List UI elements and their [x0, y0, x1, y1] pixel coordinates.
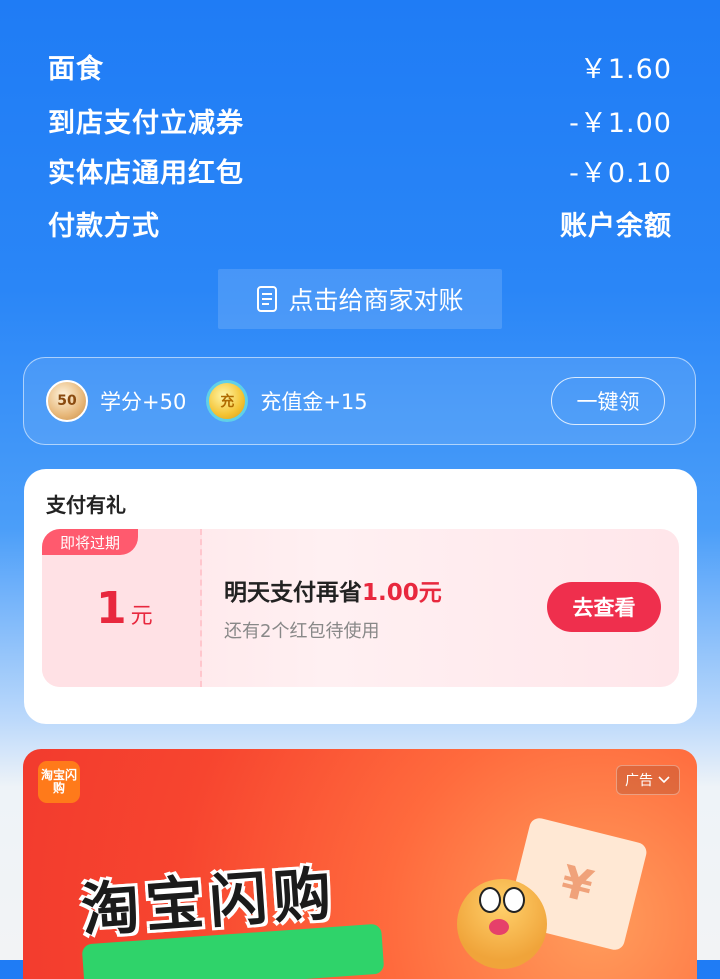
rewards-bar: 50 学分+50 充 充值金+15 一键领: [23, 357, 696, 445]
credit-reward-label: 学分+50: [100, 390, 187, 414]
payment-method-value: 账户余额: [560, 210, 672, 242]
coupon-subtext: 还有2个红包待使用: [224, 621, 380, 642]
coupon-headline-amount: 1.00元: [362, 580, 442, 606]
ad-badge-label: 广告: [625, 773, 653, 789]
chevron-down-icon: [658, 776, 670, 784]
ad-badge[interactable]: 广告: [616, 765, 680, 795]
recharge-reward-label: 充值金+15: [260, 390, 368, 414]
ad-headline: 淘宝闪购: [79, 859, 340, 945]
coupon-headline: 明天支付再省1.00元: [224, 573, 442, 607]
document-icon: [257, 286, 278, 312]
mascot-eye: [503, 887, 525, 913]
summary-row-red-packet: 实体店通用红包 -￥0.10: [48, 150, 672, 190]
taobao-flash-logo: 淘宝闪购: [38, 761, 80, 803]
red-packet-label: 实体店通用红包: [48, 157, 244, 189]
item-price: ￥1.60: [579, 53, 672, 85]
red-packet-value: -￥0.10: [569, 157, 672, 189]
reconcile-with-merchant-button[interactable]: 点击给商家对账: [218, 269, 502, 329]
expire-tag: 即将过期: [42, 529, 138, 555]
mascot-mouth: [489, 919, 509, 935]
coupon-amount-unit: 元: [130, 604, 153, 629]
coupon-headline-prefix: 明天支付再省: [224, 580, 362, 606]
coupon-amount: 1 元: [96, 583, 153, 634]
coupon-description: 明天支付再省1.00元 还有2个红包待使用: [224, 573, 442, 643]
store-coupon-label: 到店支付立减券: [48, 107, 244, 139]
coupon-amount-section: 即将过期 1 元: [42, 529, 202, 687]
payment-method-label: 付款方式: [48, 210, 160, 242]
view-coupons-button[interactable]: 去查看: [547, 582, 661, 632]
mascot-eye: [479, 887, 501, 913]
credit-coin-icon: 50: [46, 380, 88, 422]
summary-row-item: 面食 ￥1.60: [48, 46, 672, 86]
store-coupon-value: -￥1.00: [569, 107, 672, 139]
coupon-amount-number: 1: [96, 583, 127, 634]
gift-title: 支付有礼: [46, 493, 126, 517]
claim-all-button[interactable]: 一键领: [551, 377, 665, 425]
burger-mascot-illustration: [457, 879, 547, 969]
reconcile-label: 点击给商家对账: [288, 286, 464, 315]
ad-banner[interactable]: 淘宝闪购 广告 淘宝闪购 ¥: [23, 749, 697, 979]
red-packet-coupon[interactable]: 即将过期 1 元 明天支付再省1.00元 还有2个红包待使用 去查看: [42, 529, 679, 687]
item-label: 面食: [48, 53, 104, 85]
summary-row-payment-method: 付款方式 账户余额: [48, 203, 672, 243]
payment-gift-card: 支付有礼 即将过期 1 元 明天支付再省1.00元 还有2个红包待使用 去查看: [24, 469, 697, 724]
recharge-coin-icon: 充: [206, 380, 249, 422]
summary-row-store-coupon: 到店支付立减券 -￥1.00: [48, 100, 672, 140]
